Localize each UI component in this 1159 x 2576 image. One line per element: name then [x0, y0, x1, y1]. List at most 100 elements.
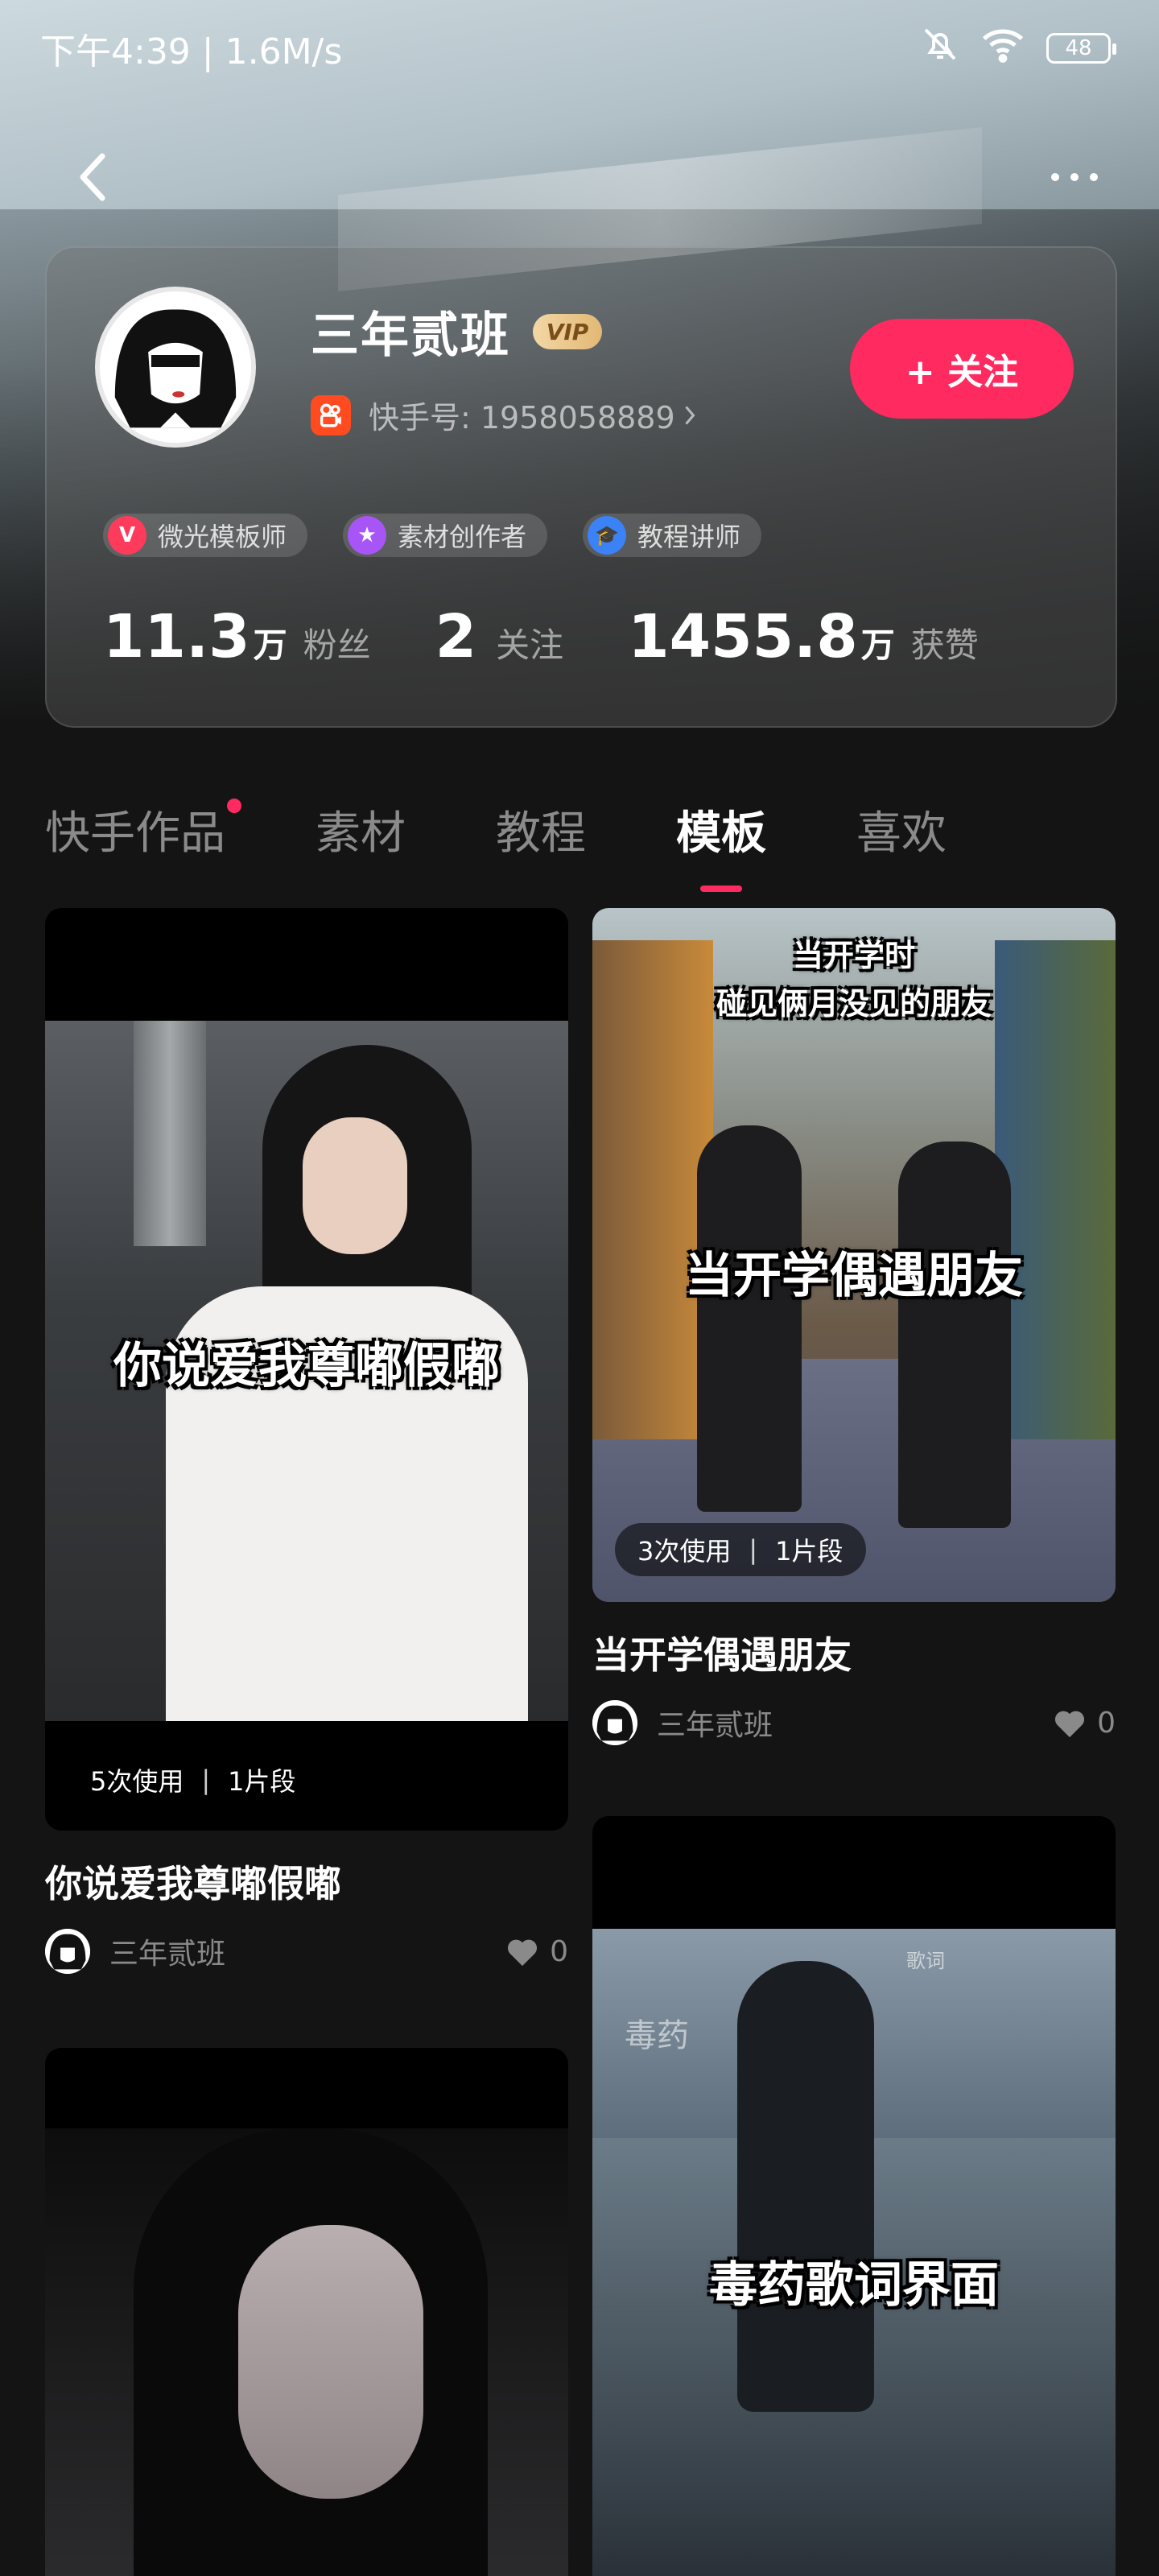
- usage-pill: 3次使用 | 1片段: [615, 1523, 866, 1576]
- heart-icon: [1055, 1711, 1085, 1738]
- profile-name: 三年贰班: [311, 308, 510, 364]
- kuaishou-id[interactable]: 快手号: 1958058889: [311, 393, 696, 437]
- like-button[interactable]: 0: [505, 1935, 568, 1968]
- vip-badge: VIP: [533, 314, 602, 349]
- creator-badges: V 微光模板师 ★ 素材创作者 🎓 教程讲师: [103, 514, 762, 557]
- thumbnail-caption: 你说爱我尊嘟假嘟: [113, 1338, 500, 1394]
- tab-label: 素材: [316, 807, 406, 860]
- thumbnail-pillar: [134, 1021, 206, 1246]
- heart-icon: [508, 1939, 538, 1967]
- more-options-button[interactable]: [1038, 145, 1111, 209]
- thumbnail-person-left: [697, 1125, 802, 1512]
- stat-label: 获赞: [910, 625, 979, 665]
- stat-number: 2: [435, 602, 477, 671]
- stat-unit: 万: [860, 625, 895, 665]
- usage-count: 3次使用: [637, 1536, 732, 1567]
- star-icon: ★: [348, 516, 387, 555]
- stat-number: 11.3: [103, 602, 250, 671]
- template-meta: 三年贰班 0: [45, 1929, 568, 1974]
- segment-count: 1片段: [775, 1536, 843, 1567]
- stat-fans[interactable]: 11.3 万 粉丝: [103, 602, 371, 671]
- segment-count: 1片段: [228, 1766, 296, 1797]
- thumbnail-song-title: 毒药: [625, 2017, 689, 2054]
- badge-tutorial-lecturer[interactable]: 🎓 教程讲师: [583, 514, 762, 557]
- badge-label: 微光模板师: [158, 522, 287, 552]
- pill-separator: |: [201, 1765, 211, 1795]
- badge-label: 教程讲师: [637, 522, 741, 552]
- back-button[interactable]: [64, 145, 121, 209]
- template-card[interactable]: 毒药 歌词 毒药歌词界面: [592, 1816, 1116, 2576]
- author-avatar: [592, 1700, 637, 1745]
- thumbnail-top-caption: 当开学时: [792, 938, 915, 973]
- status-time: 下午4:39 | 1.6M/s: [40, 31, 343, 72]
- stat-label: 粉丝: [303, 625, 371, 665]
- stat-number: 1455.8: [628, 602, 858, 671]
- avatar[interactable]: [95, 287, 256, 448]
- pill-separator: |: [749, 1534, 758, 1565]
- mute-icon: [921, 25, 959, 72]
- wifi-icon: [980, 25, 1025, 72]
- template-title[interactable]: 当开学偶遇朋友: [592, 1626, 1116, 1679]
- tab-tutorials[interactable]: 教程: [496, 797, 586, 869]
- like-count: 0: [550, 1934, 568, 1968]
- chevron-left-icon: [80, 153, 105, 201]
- template-thumbnail[interactable]: 毒药 歌词 毒药歌词界面: [592, 1816, 1116, 2576]
- template-card[interactable]: [45, 2048, 568, 2576]
- battery-icon: 48: [1046, 33, 1116, 64]
- status-bar: 下午4:39 | 1.6M/s 48: [0, 0, 1159, 97]
- stat-following[interactable]: 2 关注: [435, 602, 564, 671]
- graduation-cap-icon: 🎓: [588, 516, 627, 555]
- content-tabs: 快手作品 素材 教程 模板 喜欢: [45, 797, 1037, 892]
- tab-label: 模板: [676, 807, 766, 860]
- tab-kuaishou-works[interactable]: 快手作品: [45, 797, 241, 869]
- tab-label: 快手作品: [45, 807, 225, 860]
- thumbnail-figure-face: [238, 2225, 423, 2499]
- stat-unit: 万: [253, 625, 287, 665]
- avatar-illustration: [100, 291, 251, 443]
- top-navigation: [0, 137, 1159, 217]
- template-card[interactable]: 当开学时 碰见俩月没见的朋友 当开学偶遇朋友 3次使用 | 1片段 当开学偶遇朋…: [592, 908, 1116, 1745]
- author-avatar: [45, 1929, 90, 1974]
- more-dots-icon: [1051, 173, 1098, 181]
- badge-material-creator[interactable]: ★ 素材创作者: [343, 514, 548, 557]
- kuaishou-logo-icon: [311, 394, 351, 436]
- thumbnail-figure: [737, 1961, 874, 2412]
- thumbnail-person-right: [898, 1141, 1011, 1528]
- tab-label: 教程: [496, 807, 586, 860]
- chevron-right-icon: [685, 406, 695, 424]
- like-button[interactable]: 0: [1052, 1707, 1116, 1740]
- tab-likes[interactable]: 喜欢: [856, 797, 947, 869]
- usage-count: 5次使用: [90, 1766, 184, 1797]
- tab-materials[interactable]: 素材: [316, 797, 406, 869]
- status-icons: 48: [921, 25, 1116, 72]
- template-thumbnail[interactable]: [45, 2048, 568, 2576]
- author-info[interactable]: 三年贰班: [45, 1929, 225, 1974]
- author-name: 三年贰班: [657, 1709, 773, 1742]
- active-tab-indicator: [700, 886, 742, 892]
- profile-card: 三年贰班 VIP 快手号: 1958058889 + 关注 V 微光模板师 ★ …: [45, 246, 1117, 728]
- template-thumbnail[interactable]: 当开学时 碰见俩月没见的朋友 当开学偶遇朋友 3次使用 | 1片段: [592, 908, 1116, 1602]
- template-card[interactable]: 你说爱我尊嘟假嘟 5次使用 | 1片段 你说爱我尊嘟假嘟 三年贰班 0: [45, 908, 568, 1974]
- template-thumbnail[interactable]: 你说爱我尊嘟假嘟 5次使用 | 1片段: [45, 908, 568, 1831]
- follow-button[interactable]: + 关注: [850, 319, 1074, 419]
- thumbnail-top-caption: 碰见俩月没见的朋友: [716, 986, 992, 1022]
- author-info[interactable]: 三年贰班: [592, 1700, 773, 1745]
- thumbnail-caption: 毒药歌词界面: [709, 2257, 999, 2314]
- thumbnail-figure-face: [303, 1117, 407, 1254]
- template-meta: 三年贰班 0: [592, 1700, 1116, 1745]
- kuaishou-id-text: 快手号: 1958058889: [369, 400, 675, 436]
- tab-templates[interactable]: 模板: [676, 797, 766, 892]
- badge-template-master[interactable]: V 微光模板师: [103, 514, 308, 557]
- template-title[interactable]: 你说爱我尊嘟假嘟: [45, 1855, 568, 1908]
- author-name: 三年贰班: [109, 1938, 226, 1971]
- thumbnail-image: [45, 2128, 568, 2576]
- badge-label: 素材创作者: [398, 522, 527, 552]
- notification-dot: [227, 799, 241, 813]
- stat-likes[interactable]: 1455.8 万 获赞: [628, 602, 979, 671]
- usage-pill: 5次使用 | 1片段: [68, 1753, 319, 1806]
- tab-label: 喜欢: [856, 807, 947, 860]
- thumbnail-lyric-tab: 歌词: [906, 1950, 945, 1972]
- like-count: 0: [1097, 1706, 1116, 1740]
- thumbnail-caption: 当开学偶遇朋友: [685, 1248, 1023, 1304]
- template-master-icon: V: [108, 516, 146, 555]
